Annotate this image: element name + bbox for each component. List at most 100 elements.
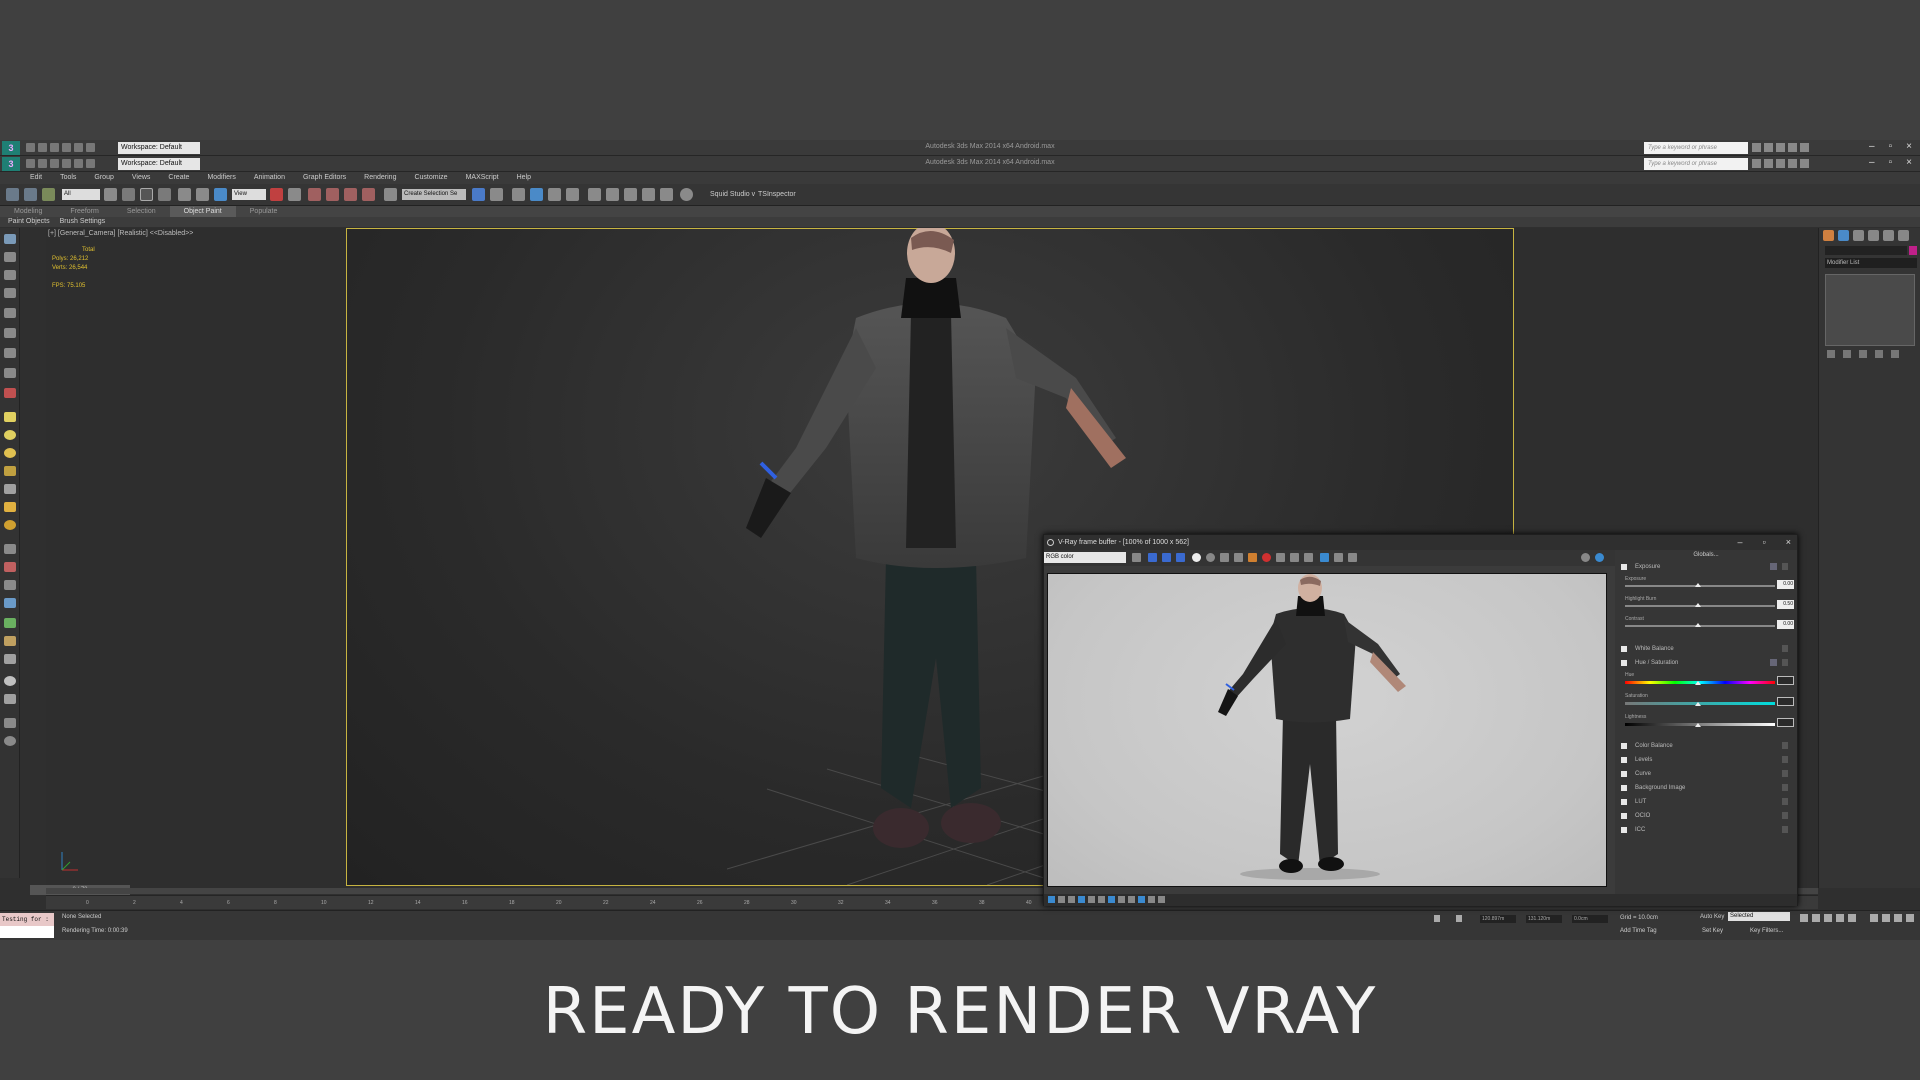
alpha-channel-icon[interactable]	[1192, 553, 1201, 562]
schematic-view-icon[interactable]	[566, 188, 579, 201]
angle-snap-icon[interactable]	[326, 188, 339, 201]
menu-rendering[interactable]: Rendering	[364, 172, 396, 184]
stop-render-icon[interactable]	[1262, 553, 1271, 562]
undo-icon[interactable]	[62, 143, 71, 152]
lens-effects-icon[interactable]	[1595, 553, 1604, 562]
tool-j-icon[interactable]	[4, 718, 16, 728]
motion-icon[interactable]	[4, 288, 16, 298]
green-channel-icon[interactable]	[1162, 553, 1171, 562]
color-balance-checkbox[interactable]	[1621, 743, 1627, 749]
reference-coordinate-dropdown[interactable]: View	[232, 189, 266, 200]
hue-slider-thumb[interactable]	[1695, 681, 1701, 685]
track-mouse-icon[interactable]	[1276, 553, 1285, 562]
next-frame-icon[interactable]	[1836, 914, 1844, 922]
previous-frame-icon[interactable]	[1812, 914, 1820, 922]
curve-menu-icon[interactable]	[1782, 770, 1788, 777]
region-render-icon[interactable]	[1290, 553, 1299, 562]
minimize-icon[interactable]: –	[1869, 157, 1875, 168]
layer-manager-icon[interactable]	[512, 188, 525, 201]
material-editor-icon[interactable]	[588, 188, 601, 201]
go-to-start-icon[interactable]	[1800, 914, 1808, 922]
tab-modeling[interactable]: Modeling	[0, 206, 56, 217]
pin-stack-icon[interactable]	[1827, 350, 1835, 358]
zoom-icon[interactable]	[1870, 914, 1878, 922]
render-production-icon[interactable]	[642, 188, 655, 201]
clear-image-icon[interactable]	[1234, 553, 1243, 562]
vfb-tool-10-icon[interactable]	[1138, 896, 1145, 903]
vfb-tool-5-icon[interactable]	[1088, 896, 1095, 903]
lut-menu-icon[interactable]	[1782, 798, 1788, 805]
minimize-icon[interactable]: –	[1869, 141, 1875, 152]
redo-icon[interactable]	[74, 143, 83, 152]
render-last-icon[interactable]	[1320, 553, 1329, 562]
squid-studio-button[interactable]: Squid Studio v	[710, 191, 755, 198]
undo-icon[interactable]	[62, 159, 71, 168]
hue-value[interactable]	[1777, 676, 1794, 685]
exposure-menu-icon[interactable]	[1782, 563, 1788, 570]
levels-checkbox[interactable]	[1621, 757, 1627, 763]
rotate-icon[interactable]	[196, 188, 209, 201]
new-file-icon[interactable]	[26, 143, 35, 152]
tool-g-icon[interactable]	[4, 654, 16, 664]
configure-sets-icon[interactable]	[1891, 350, 1899, 358]
select-by-name-icon[interactable]	[122, 188, 135, 201]
snaps-toggle-icon[interactable]	[308, 188, 321, 201]
x-coordinate-field[interactable]: 120.897m	[1480, 915, 1516, 923]
create-icon[interactable]	[4, 234, 16, 244]
vfb-tool-12-icon[interactable]	[1158, 896, 1165, 903]
spot-light-icon[interactable]	[4, 466, 16, 476]
hue-saturation-row[interactable]: Hue / Saturation	[1621, 658, 1791, 668]
hue-saturation-reset-icon[interactable]	[1770, 659, 1777, 666]
key-mode-dropdown[interactable]: Selected	[1728, 912, 1790, 921]
vfb-close-icon[interactable]: ×	[1786, 535, 1791, 550]
vfb-tool-1-icon[interactable]	[1048, 896, 1055, 903]
viewport-label[interactable]: [+] [General_Camera] [Realistic] <<Disab…	[48, 230, 193, 237]
link-icon[interactable]	[6, 188, 19, 201]
subscription-icon[interactable]	[1764, 143, 1773, 152]
vfb-tool-6-icon[interactable]	[1098, 896, 1105, 903]
go-to-end-icon[interactable]	[1848, 914, 1856, 922]
open-file-icon[interactable]	[38, 159, 47, 168]
highlight-burn-value[interactable]: 0.50	[1777, 600, 1794, 609]
workspace-dropdown[interactable]: Workspace: Default	[118, 142, 200, 154]
named-selection-dropdown[interactable]: Create Selection Se	[402, 189, 466, 200]
tool-i-icon[interactable]	[4, 694, 16, 704]
key-filters-button[interactable]: Key Filters...	[1750, 928, 1783, 934]
highlight-burn-slider-thumb[interactable]	[1695, 603, 1701, 607]
ocio-row[interactable]: OCIO	[1621, 811, 1791, 821]
vfb-tool-11-icon[interactable]	[1148, 896, 1155, 903]
sphere-light-icon[interactable]	[4, 448, 16, 458]
search-input[interactable]: Type a keyword or phrase	[1644, 158, 1748, 170]
project-folder-icon[interactable]	[86, 159, 95, 168]
tool-b-icon[interactable]	[4, 562, 16, 572]
motion-tab-icon[interactable]	[1868, 230, 1879, 241]
levels-menu-icon[interactable]	[1782, 756, 1788, 763]
display-tab-icon[interactable]	[1883, 230, 1894, 241]
hierarchy-tab-icon[interactable]	[1853, 230, 1864, 241]
move-icon[interactable]	[178, 188, 191, 201]
search-icon[interactable]	[1752, 159, 1761, 168]
z-coordinate-field[interactable]: 0.0cm	[1572, 915, 1608, 923]
tab-populate[interactable]: Populate	[236, 206, 292, 217]
communication-icon[interactable]	[1776, 159, 1785, 168]
workspace-dropdown[interactable]: Workspace: Default	[118, 158, 200, 170]
tool-c-icon[interactable]	[4, 580, 16, 590]
display-icon[interactable]	[4, 308, 16, 318]
favorites-icon[interactable]	[1788, 159, 1797, 168]
save-file-icon[interactable]	[50, 159, 59, 168]
tab-object-paint[interactable]: Object Paint	[169, 206, 236, 217]
select-object-icon[interactable]	[104, 188, 117, 201]
open-file-icon[interactable]	[38, 143, 47, 152]
scale-icon[interactable]	[214, 188, 227, 201]
favorites-icon[interactable]	[1788, 143, 1797, 152]
y-coordinate-field[interactable]: 131.120m	[1526, 915, 1562, 923]
add-time-tag-button[interactable]: Add Time Tag	[1620, 928, 1657, 934]
window-crossing-icon[interactable]	[158, 188, 171, 201]
tool-e-icon[interactable]	[4, 618, 16, 628]
levels-row[interactable]: Levels	[1621, 755, 1791, 765]
load-image-icon[interactable]	[1220, 553, 1229, 562]
menu-views[interactable]: Views	[132, 172, 151, 184]
omni-light-icon[interactable]	[4, 412, 16, 422]
help-icon[interactable]	[1800, 159, 1809, 168]
modifier-list-dropdown[interactable]: Modifier List	[1825, 258, 1917, 268]
